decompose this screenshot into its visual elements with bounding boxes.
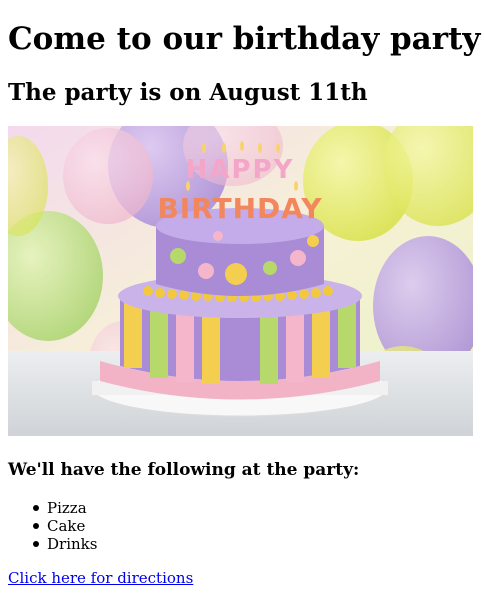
list-intro: We'll have the following at the party: [8, 460, 360, 480]
svg-text:BIRTHDAY: BIRTHDAY [157, 192, 322, 225]
list-item-label: Cake [47, 517, 86, 535]
bullet-icon [33, 505, 39, 511]
list-item-label: Drinks [47, 535, 98, 553]
party-items-list: Pizza Cake Drinks [8, 499, 97, 553]
party-date-heading: The party is on August 11th [8, 79, 368, 106]
bullet-icon [33, 523, 39, 529]
bullet-icon [33, 541, 39, 547]
page-title: Come to our birthday party! [8, 21, 484, 57]
birthday-cake-image: HAPPY BIRTHDAY [8, 126, 473, 436]
list-item: Cake [8, 517, 97, 535]
list-item-label: Pizza [47, 499, 87, 517]
list-item: Pizza [8, 499, 97, 517]
directions-link[interactable]: Click here for directions [8, 568, 193, 588]
list-item: Drinks [8, 535, 97, 553]
svg-text:HAPPY: HAPPY [186, 155, 295, 185]
